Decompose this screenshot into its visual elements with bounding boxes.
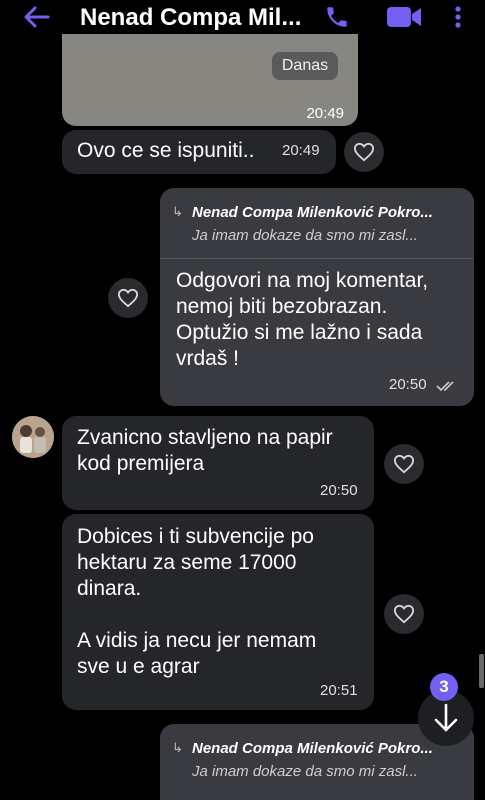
back-arrow-icon: [24, 6, 50, 28]
message-time: 20:49: [282, 142, 320, 159]
message-list[interactable]: Danas 20:49 Ovo ce se ispuniti.. 20:49 ↳…: [0, 34, 485, 800]
call-button[interactable]: [322, 2, 352, 32]
video-camera-icon: [387, 7, 421, 27]
unread-count-badge: 3: [430, 673, 458, 701]
reply-text: Ja imam dokaze da smo mi zasl...: [192, 227, 418, 244]
back-button[interactable]: [22, 3, 52, 31]
phone-icon: [327, 7, 347, 27]
divider: [160, 258, 474, 259]
incoming-message[interactable]: Ovo ce se ispuniti.. 20:49: [62, 130, 336, 174]
scrollbar[interactable]: [479, 654, 484, 688]
message-time: 20:50: [320, 482, 358, 499]
message-text: Odgovori na moj komentar, nemoj biti bez…: [176, 269, 429, 370]
heart-outline-icon: [117, 288, 139, 308]
avatar-photo: [12, 416, 54, 458]
like-button[interactable]: [384, 594, 424, 634]
more-options-button[interactable]: [448, 2, 468, 32]
like-button[interactable]: [384, 444, 424, 484]
chat-title[interactable]: Nenad Compa Mil...: [80, 4, 300, 32]
arrow-down-icon: [434, 703, 458, 732]
incoming-message[interactable]: Dobices i ti subvencije po hektaru za se…: [62, 514, 374, 710]
reply-quote[interactable]: ↳ Nenad Compa Milenković Pokro... Ja ima…: [172, 198, 467, 254]
message-time: 20:51: [320, 682, 358, 699]
incoming-message[interactable]: Zvanicno stavljeno na papir kod premijer…: [62, 416, 374, 510]
reply-author: Nenad Compa Milenković Pokro...: [192, 740, 433, 757]
image-message[interactable]: Danas 20:49: [62, 34, 358, 126]
double-check-icon: [436, 381, 454, 392]
heart-outline-icon: [393, 604, 415, 624]
reply-author: Nenad Compa Milenković Pokro...: [192, 204, 433, 221]
message-text: Dobices i ti subvencije po hektaru za se…: [77, 525, 317, 678]
message-text: Zvanicno stavljeno na papir kod premijer…: [77, 426, 333, 475]
reply-arrow-icon: ↳: [172, 204, 183, 219]
like-button[interactable]: [108, 278, 148, 318]
like-button[interactable]: [344, 132, 384, 172]
message-time: 20:49: [306, 105, 344, 122]
message-time: 20:50: [389, 376, 427, 393]
reply-quote[interactable]: ↳ Nenad Compa Milenković Pokro... Ja ima…: [172, 734, 467, 790]
video-call-button[interactable]: [384, 2, 424, 32]
heart-outline-icon: [353, 142, 375, 162]
viber-chat-screen: Nenad Compa Mil... Danas 20:49 Ovo ce se…: [0, 0, 485, 800]
avatar[interactable]: [12, 416, 54, 458]
more-vertical-icon: [455, 6, 461, 28]
chat-header: Nenad Compa Mil...: [0, 0, 485, 34]
reply-arrow-icon: ↳: [172, 740, 183, 755]
date-label: Danas: [272, 52, 338, 80]
reply-text: Ja imam dokaze da smo mi zasl...: [192, 763, 418, 780]
heart-outline-icon: [393, 454, 415, 474]
message-text: Ovo ce se ispuniti..: [77, 139, 255, 162]
outgoing-message[interactable]: ↳ Nenad Compa Milenković Pokro... Ja ima…: [160, 188, 474, 406]
